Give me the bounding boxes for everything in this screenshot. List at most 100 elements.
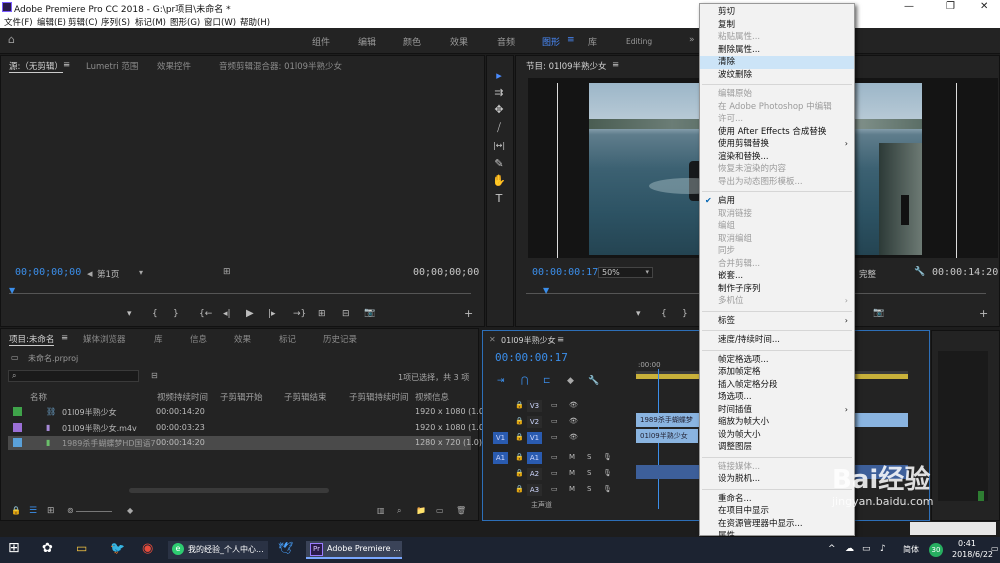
clock-date[interactable]: 2018/6/22 — [952, 550, 993, 563]
track-name-button[interactable]: V2 — [527, 416, 542, 428]
workspace-color[interactable]: 颜色 — [403, 35, 421, 48]
new-bin-icon[interactable]: 📁 — [416, 506, 426, 515]
solo-button[interactable]: S — [587, 469, 591, 477]
menu-sequence[interactable]: 序列(S) — [101, 16, 130, 28]
badge-icon[interactable]: 30 — [929, 543, 943, 557]
tab-project-menu[interactable]: ≡ — [61, 333, 68, 343]
razor-tool-icon[interactable]: ⧸ — [492, 121, 506, 135]
context-menu-item[interactable]: 设为帧大小 — [700, 429, 854, 442]
minimize-button[interactable]: — — [904, 1, 914, 12]
play-button[interactable]: ▶ — [246, 308, 254, 319]
track-name-button[interactable]: V1 — [527, 432, 542, 444]
workspace-editing[interactable]: 编辑 — [358, 35, 376, 48]
taskbar-browser-app[interactable]: e 我的经验_个人中心... — [168, 541, 268, 559]
tab-media-browser[interactable]: 媒体浏览器 — [83, 333, 126, 345]
sync-lock-icon[interactable]: ▭ — [551, 401, 558, 409]
program-timecode[interactable]: 00:00:00:17 — [532, 267, 598, 278]
file-explorer-icon[interactable]: ▭ — [76, 541, 87, 559]
context-menu-item[interactable]: 复制 — [700, 19, 854, 32]
context-menu-item[interactable]: 波纹删除 — [700, 69, 854, 82]
tab-program-menu[interactable]: ≡ — [612, 60, 619, 70]
sync-lock-icon[interactable]: ▭ — [551, 417, 558, 425]
workspace-libraries[interactable]: 库 — [588, 35, 597, 48]
timeline-timecode[interactable]: 00:00:00:17 — [495, 351, 568, 364]
sync-lock-icon[interactable]: ▭ — [551, 433, 558, 441]
step-forward-button[interactable]: |▸ — [268, 309, 276, 319]
source-page-select[interactable]: 第1页 — [97, 268, 119, 280]
tab-program[interactable]: 节目: 01l09半熟少女 — [526, 60, 607, 72]
context-menu-item[interactable]: 缩放为帧大小 — [700, 416, 854, 429]
tab-effect-controls[interactable]: 效果控件 — [157, 60, 191, 72]
list-view-icon[interactable]: ☰ — [29, 506, 37, 516]
context-menu-item[interactable]: 渲染和替换... — [700, 151, 854, 164]
app-pinwheel-icon[interactable]: ✿ — [42, 541, 53, 559]
col-subclip-duration[interactable]: 子剪辑持续时间 — [349, 391, 409, 403]
trash-icon[interactable]: 🗑 — [456, 506, 466, 515]
tab-project[interactable]: 项目:未命名 — [9, 333, 55, 346]
context-menu-item[interactable]: 删除属性... — [700, 44, 854, 57]
context-menu-item[interactable]: 场选项... — [700, 391, 854, 404]
context-menu-item[interactable]: 使用 After Effects 合成替换 — [700, 126, 854, 139]
microphone-icon[interactable]: 🎙 — [603, 469, 612, 477]
solo-button[interactable]: S — [587, 453, 591, 461]
context-menu-item[interactable]: 标签 › — [700, 315, 854, 328]
workspace-editing-en[interactable]: Editing — [626, 37, 652, 46]
context-menu-item[interactable]: 制作子序列 — [700, 283, 854, 296]
export-frame-icon[interactable]: 📷 — [873, 308, 884, 318]
zoom-slider[interactable] — [76, 511, 112, 512]
zoom-select[interactable]: 50% ▾ — [598, 267, 653, 278]
workspace-more[interactable]: » — [689, 35, 695, 45]
program-playhead[interactable]: ▼ — [543, 286, 549, 295]
source-timecode[interactable]: 00;00;00;00 — [15, 267, 81, 278]
tab-libraries[interactable]: 库 — [154, 333, 163, 345]
context-menu-item[interactable]: 嵌套... — [700, 270, 854, 283]
mark-in-button[interactable]: { — [152, 309, 158, 319]
icon-view-icon[interactable]: ⊞ — [47, 506, 55, 516]
source-settings-icon[interactable]: ⊞ — [223, 267, 231, 277]
slip-tool-icon[interactable]: |↔| — [492, 139, 506, 153]
tab-markers[interactable]: 标记 — [279, 333, 296, 345]
close-icon[interactable]: ✕ — [489, 335, 496, 344]
mute-button[interactable]: M — [569, 453, 575, 461]
eye-icon[interactable]: 👁 — [569, 433, 578, 441]
ime-indicator[interactable]: 简体 — [903, 544, 919, 562]
track-name-button[interactable]: A3 — [527, 484, 542, 496]
tab-sequence[interactable]: 01l09半熟少女 — [501, 335, 556, 346]
project-search-input[interactable]: ⌕ — [8, 370, 139, 382]
quality-select[interactable]: 完整 — [859, 268, 876, 280]
menu-window[interactable]: 窗口(W) — [204, 16, 236, 28]
close-button[interactable]: ✕ — [980, 1, 988, 12]
lock-icon[interactable]: 🔒 — [515, 485, 524, 493]
context-menu-item[interactable]: 启用 ✔ — [700, 195, 854, 208]
snap-icon[interactable]: ⇥ — [497, 376, 505, 386]
source-patch-button[interactable]: A1 — [493, 452, 508, 464]
context-menu-item[interactable]: 剪切 — [700, 6, 854, 19]
notification-icon[interactable]: ▭ — [991, 544, 999, 562]
wrench-icon[interactable]: 🔧 — [588, 376, 599, 386]
menu-graphics[interactable]: 图形(G) — [170, 16, 200, 28]
col-subclip-end[interactable]: 子剪辑结束 — [284, 391, 327, 403]
sort-icon[interactable]: ◆ — [127, 506, 133, 515]
start-button[interactable]: ⊞ — [8, 540, 20, 558]
horizontal-scrollbar[interactable] — [129, 488, 329, 493]
menu-help[interactable]: 帮助(H) — [240, 16, 270, 28]
mark-in-button[interactable]: { — [661, 309, 667, 319]
tab-audio-clip-mixer[interactable]: 音频剪辑混合器: 01l09半熟少女 — [219, 60, 342, 72]
lock-icon[interactable]: 🔒 — [515, 469, 524, 477]
col-video-info[interactable]: 视频信息 — [415, 391, 449, 403]
new-bin-icon[interactable]: ⊟ — [151, 371, 158, 380]
taskbar-premiere-app[interactable]: Pr Adobe Premiere ... — [306, 541, 402, 559]
tab-source-menu[interactable]: ≡ — [63, 60, 70, 70]
go-to-in-button[interactable]: {← — [199, 309, 212, 319]
menu-marker[interactable]: 标记(M) — [135, 16, 166, 28]
microphone-icon[interactable]: 🎙 — [603, 485, 612, 493]
context-menu-item[interactable]: 添加帧定格 — [700, 366, 854, 379]
menu-clip[interactable]: 剪辑(C) — [68, 16, 98, 28]
mute-button[interactable]: M — [569, 469, 575, 477]
workspace-assembly[interactable]: 组件 — [312, 35, 330, 48]
type-tool-icon[interactable]: T — [492, 192, 506, 206]
automate-icon[interactable]: ▥ — [377, 506, 385, 515]
mute-button[interactable]: M — [569, 485, 575, 493]
add-marker-icon[interactable]: ◆ — [567, 376, 574, 386]
source-patch-button[interactable]: V1 — [493, 432, 508, 444]
